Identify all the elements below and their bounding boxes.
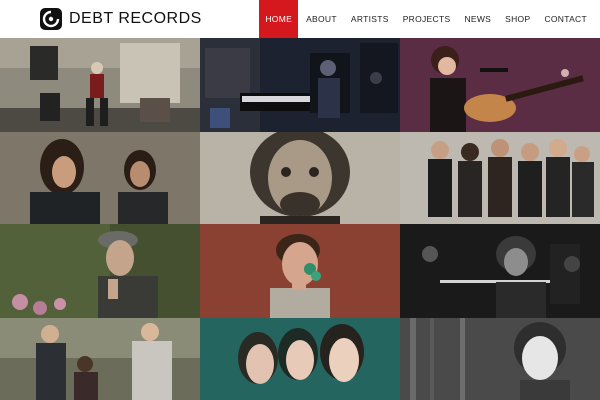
brand-logo[interactable]: DEBT RECORDS [40,8,202,30]
debt-records-logo-icon [40,8,62,30]
tile-woman-bw-forest[interactable] [400,318,600,400]
nav-shop[interactable]: SHOP [499,0,536,38]
tile-guitar-singer[interactable] [400,38,600,132]
tile-bearded-duo[interactable] [0,132,200,224]
tile-man-with-flowers[interactable] [200,224,400,318]
main-nav: HOME ABOUT ARTISTS PROJECTS NEWS SHOP CO… [257,0,593,38]
nav-news[interactable]: NEWS [458,0,497,38]
tile-man-in-cap[interactable] [0,224,200,318]
artist-photo-grid [0,38,600,400]
nav-about[interactable]: ABOUT [300,0,343,38]
tile-trio-outdoors[interactable] [0,318,200,400]
tile-three-women-teal[interactable] [200,318,400,400]
nav-contact[interactable]: CONTACT [538,0,593,38]
nav-artists[interactable]: ARTISTS [345,0,395,38]
tile-keyboard-studio[interactable] [200,38,400,132]
header-bar: DEBT RECORDS HOME ABOUT ARTISTS PROJECTS… [0,0,600,38]
tile-pianist-studio[interactable] [0,38,200,132]
nav-projects[interactable]: PROJECTS [397,0,457,38]
nav-home[interactable]: HOME [259,0,299,38]
tile-bearded-man-closeup[interactable] [200,132,400,224]
tile-flute-player[interactable] [400,224,600,318]
tile-band-group[interactable] [400,132,600,224]
brand-name: DEBT RECORDS [69,10,202,27]
